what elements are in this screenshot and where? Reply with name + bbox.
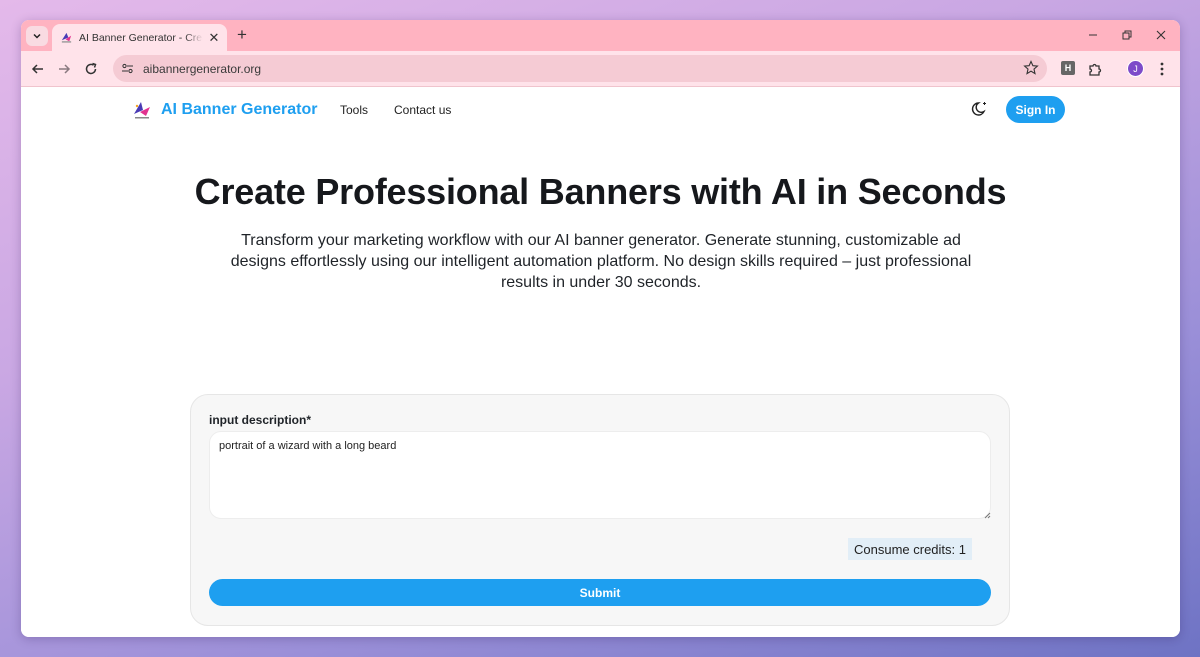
chevron-down-icon <box>33 33 41 39</box>
address-bar[interactable]: aibannergenerator.org <box>113 55 1047 82</box>
credits-badge: Consume credits: 1 <box>848 538 972 560</box>
close-window-icon[interactable] <box>1151 26 1171 44</box>
nav-link-tools[interactable]: Tools <box>340 103 368 117</box>
profile-avatar[interactable]: J <box>1127 60 1144 77</box>
brand-name: AI Banner Generator <box>161 101 318 118</box>
dark-mode-moon-icon[interactable] <box>971 100 989 118</box>
restore-icon[interactable] <box>1117 26 1137 44</box>
site-info-icon[interactable] <box>117 59 137 79</box>
description-label: input description* <box>209 413 311 427</box>
browser-tab[interactable]: AI Banner Generator - Create Professiona… <box>52 24 227 51</box>
hero-subtitle: Transform your marketing workflow with o… <box>230 232 972 291</box>
browser-window: AI Banner Generator - Create Professiona… <box>21 20 1180 637</box>
site-header: AI Banner Generator Tools Contact us Sig… <box>21 87 1180 131</box>
brand-logo-icon <box>134 102 150 119</box>
browser-menu-icon[interactable] <box>1152 59 1172 79</box>
description-textarea[interactable]: portrait of a wizard with a long beard <box>209 431 991 519</box>
url-text: aibannergenerator.org <box>143 61 262 76</box>
tab-search-button[interactable] <box>26 26 48 46</box>
tab-strip: AI Banner Generator - Create Professiona… <box>21 20 1180 51</box>
forward-icon[interactable] <box>54 59 74 79</box>
new-tab-button[interactable]: + <box>234 26 250 43</box>
extensions-puzzle-icon[interactable] <box>1085 59 1105 79</box>
brand-link[interactable]: AI Banner Generator <box>131 99 317 121</box>
resize-handle-icon[interactable] <box>983 511 991 519</box>
extension-h-icon[interactable]: H <box>1061 61 1075 75</box>
bookmark-star-icon[interactable] <box>1023 60 1039 76</box>
reload-icon[interactable] <box>81 59 101 79</box>
sign-in-button[interactable]: Sign In <box>1006 96 1065 123</box>
favicon-icon <box>61 32 72 43</box>
back-icon[interactable] <box>28 59 48 79</box>
tab-title: AI Banner Generator - Create Professiona… <box>79 31 203 44</box>
generator-form: input description* portrait of a wizard … <box>190 394 1010 626</box>
close-tab-icon[interactable]: ✕ <box>207 30 221 46</box>
nav-link-contact[interactable]: Contact us <box>394 103 451 117</box>
submit-button[interactable]: Submit <box>209 579 991 606</box>
minimize-icon[interactable] <box>1083 26 1103 44</box>
page-content: AI Banner Generator Tools Contact us Sig… <box>21 87 1180 637</box>
browser-toolbar: aibannergenerator.org H J <box>21 51 1180 87</box>
hero-title: Create Professional Banners with AI in S… <box>194 171 1007 212</box>
